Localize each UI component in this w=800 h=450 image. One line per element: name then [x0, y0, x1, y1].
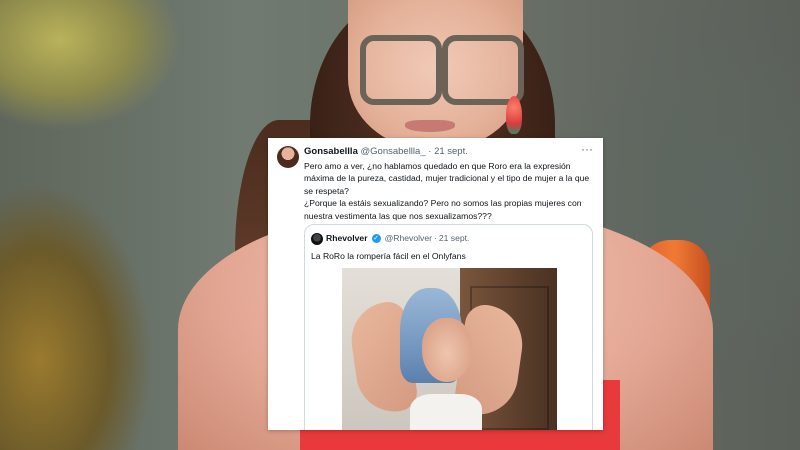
quoted-author-name[interactable]: Rhevolver — [326, 233, 368, 243]
verified-badge-icon: ✓ — [371, 233, 381, 243]
background-person-lips — [405, 120, 455, 132]
photo-face — [422, 318, 472, 382]
tweet-text: Pero amo a ver, ¿no hablamos quedado en … — [304, 160, 600, 222]
tweet-text-paragraph-2: ¿Porque la estáis sexualizando? Pero no … — [304, 198, 582, 221]
quoted-tweet[interactable]: Rhevolver ✓ @Rhevolver · 21 sept. La RoR… — [304, 224, 593, 430]
quoted-author-line: Rhevolver ✓ @Rhevolver · 21 sept. — [326, 233, 469, 243]
tweet-date[interactable]: 21 sept. — [434, 146, 468, 157]
quoted-date[interactable]: 21 sept. — [439, 233, 470, 243]
tweet-author-handle[interactable]: @Gonsabellla_ — [361, 146, 426, 157]
tweet-card[interactable]: Gonsabellla @Gonsabellla_ · 21 sept. ···… — [268, 138, 603, 430]
glasses-lens-right — [442, 35, 524, 105]
tweet-author-avatar[interactable] — [277, 146, 299, 168]
quoted-author-avatar[interactable] — [311, 233, 323, 245]
more-horizontal-icon[interactable]: ··· — [581, 142, 593, 156]
quoted-tweet-text: La RoRo la rompería fácil en el Onlyfans — [311, 251, 466, 261]
tweet-text-paragraph-1: Pero amo a ver, ¿no hablamos quedado en … — [304, 161, 590, 196]
tweet-author-line: Gonsabellla @Gonsabellla_ · 21 sept. — [304, 146, 468, 157]
background-person-glasses — [360, 35, 524, 105]
quoted-tweet-photo[interactable] — [342, 268, 557, 430]
tweet-separator: · — [428, 146, 432, 157]
tweet-author-name[interactable]: Gonsabellla — [304, 146, 358, 157]
photo-white-top — [410, 394, 482, 430]
quoted-separator: · — [433, 233, 437, 243]
quoted-author-handle[interactable]: @Rhevolver — [385, 233, 432, 243]
background-person-earring — [506, 96, 522, 134]
glasses-lens-left — [360, 35, 442, 105]
